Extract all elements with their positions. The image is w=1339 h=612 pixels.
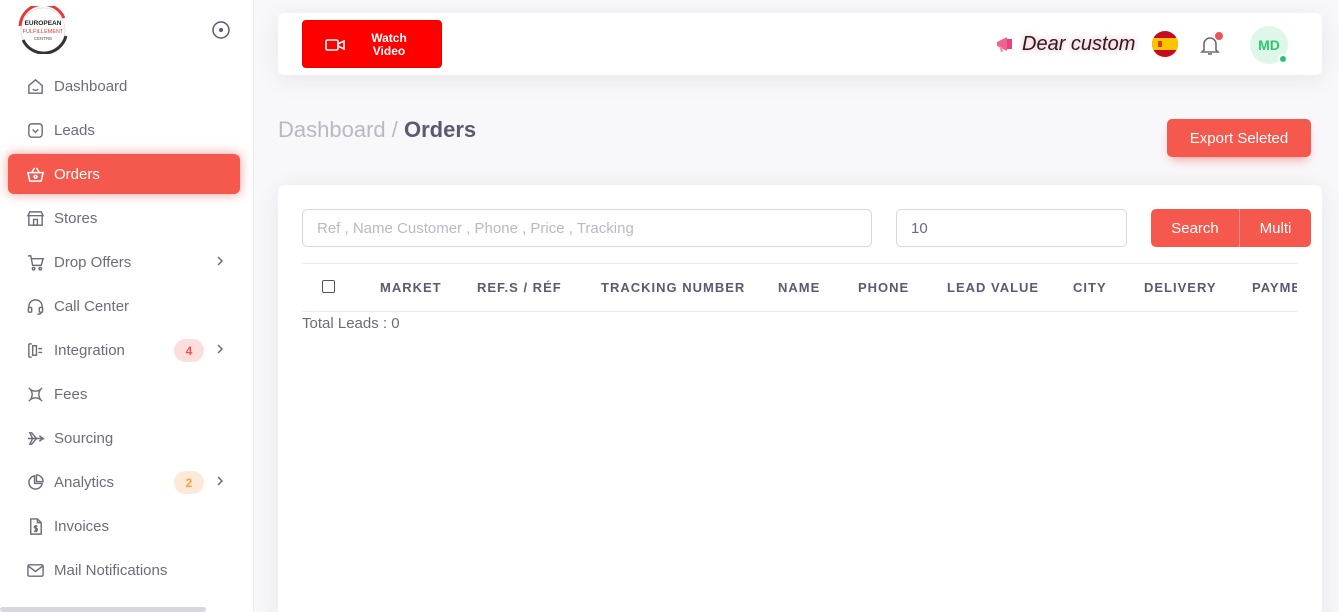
mail-icon (25, 560, 45, 580)
sidebar-item-mail-notifications[interactable]: Mail Notifications (8, 550, 240, 590)
sidebar-item-label: Fees (54, 385, 88, 403)
sidebar-item-label: Analytics (54, 473, 115, 491)
online-status-dot (1278, 54, 1288, 64)
home-icon (25, 76, 45, 96)
page-size-input[interactable] (896, 209, 1127, 247)
svg-text:FULFILLEMENT: FULFILLEMENT (23, 29, 64, 35)
chevron-right-icon (212, 341, 228, 357)
multi-button[interactable]: Multi (1239, 209, 1311, 247)
chevron-right-icon (212, 473, 228, 489)
svg-text:EUROPEAN: EUROPEAN (25, 20, 62, 27)
sidebar-item-label: Integration (54, 341, 125, 359)
headset-icon (25, 296, 45, 316)
video-camera-icon (325, 37, 345, 53)
breadcrumb-separator: / (385, 117, 404, 142)
fees-icon (25, 384, 45, 404)
column-header-city[interactable]: CITY (1073, 280, 1107, 295)
announcement-marquee: Dear custom (994, 31, 1146, 57)
invoice-icon (25, 516, 45, 536)
sidebar-item-label: Drop Offers (54, 253, 132, 271)
sidebar-item-invoices[interactable]: Invoices (8, 506, 240, 546)
breadcrumb-parent[interactable]: Dashboard (278, 117, 386, 142)
sidebar-item-drop-offers[interactable]: Drop Offers (8, 242, 240, 282)
sidebar-item-label: Stores (54, 209, 98, 227)
column-header-payment[interactable]: PAYME (1252, 280, 1297, 295)
orders-table-header: MARKET REF.S / RÉF TRACKING NUMBER NAME … (302, 263, 1297, 312)
chevron-right-icon (212, 253, 228, 269)
sidebar: EUROPEAN FULFILLEMENT CENTRE Dashboard L… (0, 0, 254, 612)
integration-icon (25, 340, 45, 360)
sidebar-item-sourcing[interactable]: Sourcing (8, 418, 240, 458)
sidebar-item-label: Sourcing (54, 429, 114, 447)
column-header-delivery[interactable]: DELIVERY (1144, 280, 1217, 295)
sidebar-item-stores[interactable]: Stores (8, 198, 240, 238)
sidebar-item-dashboard[interactable]: Dashboard (8, 66, 240, 106)
sidebar-item-leads[interactable]: Leads (8, 110, 240, 150)
svg-text:CENTRE: CENTRE (34, 36, 53, 41)
announcement-text: Dear custom (1022, 32, 1136, 55)
language-flag-icon[interactable] (1152, 31, 1178, 57)
sidebar-item-label: Dashboard (54, 77, 128, 95)
top-navbar: Watch Video Dear custom MD (278, 13, 1322, 75)
sidebar-item-label: Call Center (54, 297, 130, 315)
column-header-phone[interactable]: PHONE (858, 280, 909, 295)
basket-icon (25, 164, 45, 184)
column-header-market[interactable]: MARKET (380, 280, 442, 295)
inbox-icon (25, 120, 45, 140)
plane-icon (25, 428, 45, 448)
company-logo[interactable]: EUROPEAN FULFILLEMENT CENTRE (14, 2, 72, 55)
megaphone-icon (994, 33, 1016, 55)
sidebar-item-analytics[interactable]: Analytics 2 (8, 462, 240, 502)
breadcrumb-current: Orders (403, 117, 477, 142)
watch-video-button[interactable]: Watch Video (302, 20, 442, 68)
column-header-tracking-number[interactable]: TRACKING NUMBER (601, 280, 745, 295)
column-header-lead-value[interactable]: LEAD VALUE (947, 280, 1039, 295)
integration-count-badge: 4 (174, 339, 204, 362)
sidebar-scrollbar[interactable] (0, 607, 206, 612)
watch-video-label: Watch Video (371, 31, 407, 58)
sidebar-item-orders[interactable]: Orders (8, 154, 240, 194)
store-icon (25, 208, 45, 228)
search-input[interactable] (302, 209, 872, 247)
breadcrumb: Dashboard / Orders (278, 117, 476, 143)
sidebar-item-label: Orders (54, 165, 100, 183)
collapse-sidebar-icon[interactable] (211, 20, 231, 40)
export-selected-button[interactable]: Export Seleted (1167, 119, 1311, 157)
sidebar-nav: Dashboard Leads Orders Stores Drop Offer… (8, 66, 240, 594)
analytics-count-badge: 2 (174, 471, 204, 494)
sidebar-item-fees[interactable]: Fees (8, 374, 240, 414)
notification-dot (1215, 32, 1223, 40)
search-button[interactable]: Search (1151, 209, 1239, 247)
select-all-checkbox[interactable] (322, 280, 335, 293)
sidebar-item-label: Mail Notifications (54, 561, 168, 579)
sidebar-item-integration[interactable]: Integration 4 (8, 330, 240, 370)
pie-chart-icon (25, 472, 45, 492)
total-leads-count: Total Leads : 0 (302, 315, 400, 332)
column-header-name[interactable]: NAME (778, 280, 820, 295)
sidebar-item-call-center[interactable]: Call Center (8, 286, 240, 326)
cart-icon (25, 252, 45, 272)
sidebar-item-label: Leads (54, 121, 95, 139)
column-header-ref[interactable]: REF.S / RÉF (477, 280, 562, 295)
orders-card: Search Multi MARKET REF.S / RÉF TRACKING… (278, 185, 1322, 612)
sidebar-item-label: Invoices (54, 517, 110, 535)
